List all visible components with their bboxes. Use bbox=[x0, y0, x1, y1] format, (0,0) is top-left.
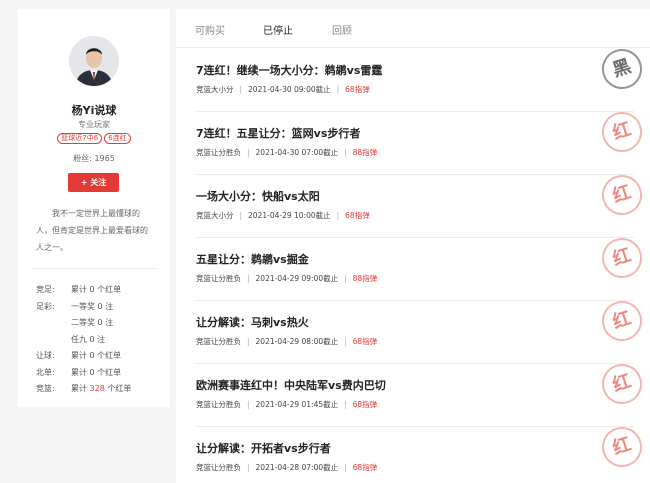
stat-value-highlight: 328 bbox=[89, 384, 105, 393]
list-item[interactable]: 让分解读：开拓者vs步行者 竞篮让分胜负 | 2021-04-28 07:00截止 |… bbox=[194, 421, 648, 483]
article-meta: 竞篮让分胜负 | 2021-04-29 08:00截止 | 68指弹 bbox=[196, 337, 378, 346]
stat-value: 累计 0 个红单 bbox=[71, 351, 122, 360]
tab-purchasable[interactable]: 可购买 bbox=[195, 22, 225, 37]
article-price: 68指弹 bbox=[352, 400, 378, 409]
stat-row: 二等奖 0 注 bbox=[36, 317, 166, 334]
article-price: 68指弹 bbox=[352, 337, 378, 346]
article-deadline: 2021-04-30 07:00截止 bbox=[255, 148, 339, 157]
list-item[interactable]: 五星让分：鹈鹕vs掘金 竞篮让分胜负 | 2021-04-29 09:00截止 | 88… bbox=[194, 232, 648, 301]
stat-value: 累计 0 个红单 bbox=[71, 367, 122, 377]
article-category: 竞篮让分胜负 bbox=[196, 274, 241, 283]
stat-value: 二等奖 0 注 bbox=[71, 318, 114, 327]
article-category: 竞篮让分胜负 bbox=[196, 337, 241, 346]
article-title[interactable]: 7连红！五星让分：篮网vs步行者 bbox=[196, 125, 360, 141]
fans-value: 1965 bbox=[94, 154, 115, 163]
article-deadline: 2021-04-29 01:45截止 bbox=[255, 400, 339, 409]
article-deadline: 2021-04-29 09:00截止 bbox=[255, 274, 339, 283]
article-title[interactable]: 让分解读：马刺vs热火 bbox=[196, 314, 309, 330]
article-category: 竞篮让分胜负 bbox=[196, 148, 241, 157]
article-title[interactable]: 欧洲赛事连红中！中央陆军vs费内巴切 bbox=[196, 377, 386, 393]
article-title[interactable]: 一场大小分：快船vs太阳 bbox=[196, 188, 320, 204]
tab-bar: 可购买 已停止 回顾 bbox=[176, 9, 650, 48]
stat-value: 累计 328 个红单 bbox=[71, 383, 131, 394]
profile-tags: 篮球近7中6 6连红 bbox=[18, 133, 170, 144]
stat-label: 北单: bbox=[36, 367, 55, 377]
article-category: 竞篮让分胜负 bbox=[196, 400, 241, 409]
tab-stopped[interactable]: 已停止 bbox=[263, 22, 293, 37]
result-stamp-icon: 红 bbox=[596, 421, 648, 473]
list-item[interactable]: 欧洲赛事连红中！中央陆军vs费内巴切 竞篮让分胜负 | 2021-04-29 01:… bbox=[194, 358, 648, 427]
article-price: 88指弹 bbox=[352, 148, 378, 157]
result-stamp-icon: 红 bbox=[596, 295, 648, 347]
stat-value: 累计 0 个红单 bbox=[71, 285, 122, 294]
stat-row: 任九 0 注 bbox=[36, 334, 166, 351]
article-category: 竞篮大小分 bbox=[196, 211, 234, 220]
stat-row: 竞足: 累计 0 个红单 bbox=[36, 284, 166, 301]
stat-value-prefix: 累计 bbox=[71, 384, 90, 393]
list-item[interactable]: 7连红！继续一场大小分：鹈鹕vs雷霆 竞篮大小分 | 2021-04-30 09:0… bbox=[194, 43, 648, 112]
stat-label: 竞篮: bbox=[36, 384, 55, 393]
divider bbox=[32, 268, 156, 269]
article-title[interactable]: 让分解读：开拓者vs步行者 bbox=[196, 440, 331, 456]
profile-bio: 我不一定世界上最懂球的人，但肯定是世界上最爱看球的人之一。 bbox=[36, 209, 148, 252]
article-meta: 竞篮让分胜负 | 2021-04-29 09:00截止 | 88指弹 bbox=[196, 274, 378, 283]
stat-value: 一等奖 0 注 bbox=[71, 301, 114, 311]
profile-title: 专业玩家 bbox=[78, 120, 110, 129]
article-meta: 竞篮让分胜负 | 2021-04-29 01:45截止 | 68指弹 bbox=[196, 400, 378, 409]
article-deadline: 2021-04-30 09:00截止 bbox=[248, 85, 331, 94]
list-item[interactable]: 让分解读：马刺vs热火 竞篮让分胜负 | 2021-04-29 08:00截止 | 68… bbox=[194, 295, 648, 364]
stat-label: 足彩: bbox=[36, 301, 55, 311]
follow-button[interactable]: + 关注 bbox=[68, 173, 119, 192]
result-stamp-icon: 红 bbox=[596, 232, 648, 284]
fans-count: 粉丝: 1965 bbox=[18, 153, 170, 164]
profile-tag: 6连红 bbox=[104, 133, 131, 144]
article-deadline: 2021-04-29 08:00截止 bbox=[255, 337, 339, 346]
tab-review[interactable]: 回顾 bbox=[332, 22, 352, 37]
profile-name: 杨Yi说球 bbox=[71, 104, 117, 117]
stat-value: 任九 0 注 bbox=[71, 334, 106, 344]
result-stamp-icon: 红 bbox=[596, 169, 648, 221]
article-meta: 竞篮大小分 | 2021-04-30 09:00截止 | 68指弹 bbox=[196, 85, 370, 94]
avatar[interactable] bbox=[69, 36, 119, 86]
article-panel: 可购买 已停止 回顾 7连红！继续一场大小分：鹈鹕vs雷霆 竞篮大小分 | 2021… bbox=[176, 9, 650, 483]
article-category: 竞篮大小分 bbox=[196, 85, 234, 94]
stat-row: 竞篮: 累计 328 个红单 bbox=[36, 383, 166, 400]
article-title[interactable]: 五星让分：鹈鹕vs掘金 bbox=[196, 251, 309, 267]
stat-row: 北单: 累计 0 个红单 bbox=[36, 367, 166, 384]
article-list: 7连红！继续一场大小分：鹈鹕vs雷霆 竞篮大小分 | 2021-04-30 09:0… bbox=[176, 43, 650, 483]
result-stamp-icon: 红 bbox=[596, 106, 648, 158]
list-item[interactable]: 7连红！五星让分：篮网vs步行者 竞篮让分胜负 | 2021-04-30 07:00… bbox=[194, 106, 648, 175]
result-stamp-icon: 黑 bbox=[596, 43, 648, 95]
article-meta: 竞篮让分胜负 | 2021-04-28 07:00截止 | 68指弹 bbox=[196, 463, 378, 472]
stat-label: 让球: bbox=[36, 351, 55, 360]
article-meta: 竞篮让分胜负 | 2021-04-30 07:00截止 | 88指弹 bbox=[196, 148, 378, 157]
stat-label: 竞足: bbox=[36, 285, 55, 294]
article-price: 68指弹 bbox=[345, 211, 370, 220]
article-price: 88指弹 bbox=[352, 274, 378, 283]
article-price: 68指弹 bbox=[345, 85, 370, 94]
list-item[interactable]: 一场大小分：快船vs太阳 竞篮大小分 | 2021-04-29 10:00截止 | 68… bbox=[194, 169, 648, 238]
profile-stats: 竞足: 累计 0 个红单 足彩: 一等奖 0 注 二等奖 0 注 任九 0 注 让球… bbox=[36, 284, 166, 400]
stat-row: 足彩: 一等奖 0 注 bbox=[36, 301, 166, 318]
fans-label: 粉丝: bbox=[73, 154, 92, 163]
stat-row: 让球: 累计 0 个红单 bbox=[36, 350, 166, 367]
result-stamp-icon: 红 bbox=[596, 358, 648, 410]
article-deadline: 2021-04-29 10:00截止 bbox=[248, 211, 331, 220]
stat-value-suffix: 个红单 bbox=[104, 384, 132, 393]
profile-card: 杨Yi说球 专业玩家 篮球近7中6 6连红 粉丝: 1965 + 关注 我不一定… bbox=[18, 9, 170, 407]
article-price: 68指弹 bbox=[352, 463, 378, 472]
article-deadline: 2021-04-28 07:00截止 bbox=[255, 463, 339, 472]
article-title[interactable]: 7连红！继续一场大小分：鹈鹕vs雷霆 bbox=[196, 62, 382, 78]
profile-tag: 篮球近7中6 bbox=[57, 133, 103, 144]
article-meta: 竞篮大小分 | 2021-04-29 10:00截止 | 68指弹 bbox=[196, 211, 370, 220]
article-category: 竞篮让分胜负 bbox=[196, 463, 241, 472]
